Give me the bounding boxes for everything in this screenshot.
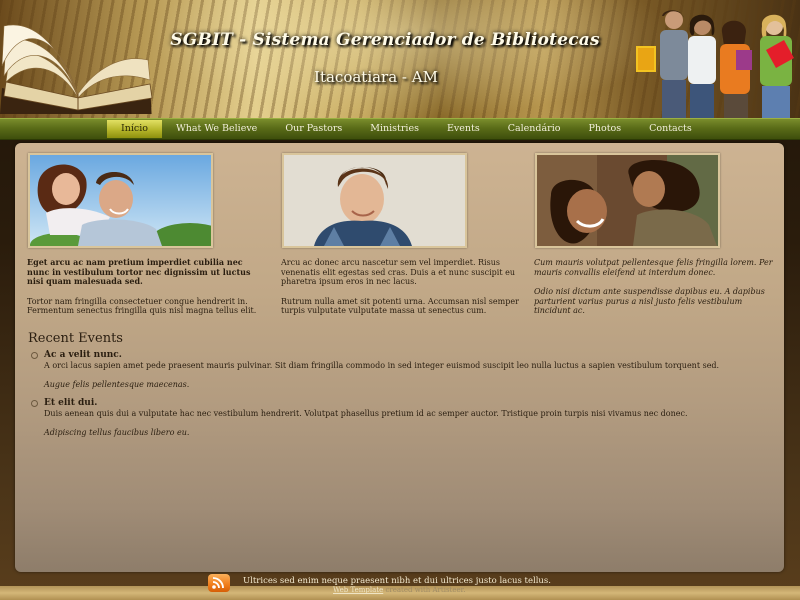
couple-photo-graphic	[30, 155, 211, 246]
event-item: Et elit dui. Duis aenean quis dui a vulp…	[30, 398, 770, 437]
rss-icon-glyph	[212, 577, 224, 589]
open-book-image	[0, 24, 153, 114]
boy-photo-graphic	[284, 155, 465, 246]
rss-icon[interactable]	[208, 574, 230, 592]
column-2-paragraph-1: Arcu ac donec arcu nascetur sem vel impe…	[281, 258, 515, 286]
bullet-icon	[31, 400, 38, 407]
page: SGBIT - Sistema Gerenciador de Bibliotec…	[0, 0, 800, 600]
event-note: Augue felis pellentesque maecenas.	[44, 379, 190, 389]
column-3-paragraph-2: Odio nisi dictum ante suspendisse dapibu…	[534, 287, 765, 315]
nav-item-our-pastors[interactable]: Our Pastors	[271, 120, 356, 138]
event-item: Ac a velit nunc. A orci lacus sapien ame…	[30, 350, 770, 389]
nav-item-what-we-believe[interactable]: What We Believe	[162, 120, 271, 138]
recent-events-list: Ac a velit nunc. A orci lacus sapien ame…	[30, 350, 770, 446]
intro-column-3: Cum mauris volutpat pellentesque felis f…	[534, 258, 774, 326]
site-header: SGBIT - Sistema Gerenciador de Bibliotec…	[0, 0, 800, 118]
mother-daughter-photo-graphic	[537, 155, 718, 246]
nav-item-contacts[interactable]: Contacts	[635, 120, 706, 138]
main-nav: Início What We Believe Our Pastors Minis…	[0, 118, 800, 140]
nav-menu: Início What We Believe Our Pastors Minis…	[107, 120, 706, 138]
boy-photo	[282, 153, 467, 248]
header-glow	[150, 0, 670, 118]
nav-item-photos[interactable]: Photos	[574, 120, 635, 138]
nav-item-events[interactable]: Events	[433, 120, 494, 138]
intro-column-2: Arcu ac donec arcu nascetur sem vel impe…	[281, 258, 521, 326]
column-1-paragraph-1: Eget arcu ac nam pretium imperdiet cubil…	[27, 257, 251, 286]
event-title: Et elit dui.	[44, 398, 98, 408]
site-subtitle: Itacoatiara - AM	[314, 68, 438, 86]
footer-credit: Web Template created with Artisteer.	[333, 586, 465, 594]
recent-events-title: Recent Events	[28, 331, 123, 346]
web-template-link[interactable]: Web Template	[333, 586, 383, 594]
bullet-icon	[31, 352, 38, 359]
column-2-paragraph-2: Rutrum nulla amet sit potenti urna. Accu…	[281, 296, 519, 316]
students-image	[636, 10, 794, 118]
couple-photo	[28, 153, 213, 248]
site-title: SGBIT - Sistema Gerenciador de Bibliotec…	[170, 30, 600, 50]
event-title: Ac a velit nunc.	[44, 350, 122, 360]
footer-text: Ultrices sed enim neque praesent nibh et…	[243, 576, 551, 586]
mother-daughter-photo	[535, 153, 720, 248]
nav-item-inicio[interactable]: Início	[107, 120, 162, 138]
event-body: Duis aenean quis dui a vulputate hac nec…	[44, 409, 688, 418]
nav-item-ministries[interactable]: Ministries	[356, 120, 433, 138]
nav-item-calendario[interactable]: Calendário	[494, 120, 575, 138]
column-3-paragraph-1: Cum mauris volutpat pellentesque felis f…	[534, 258, 773, 277]
intro-column-1: Eget arcu ac nam pretium imperdiet cubil…	[27, 257, 267, 326]
column-1-paragraph-2: Tortor nam fringilla consectetuer congue…	[27, 296, 257, 316]
event-body: A orci lacus sapien amet pede praesent m…	[44, 361, 720, 370]
event-note: Adipiscing tellus faucibus libero eu.	[44, 427, 190, 437]
footer-credit-text: created with Artisteer.	[385, 586, 466, 594]
